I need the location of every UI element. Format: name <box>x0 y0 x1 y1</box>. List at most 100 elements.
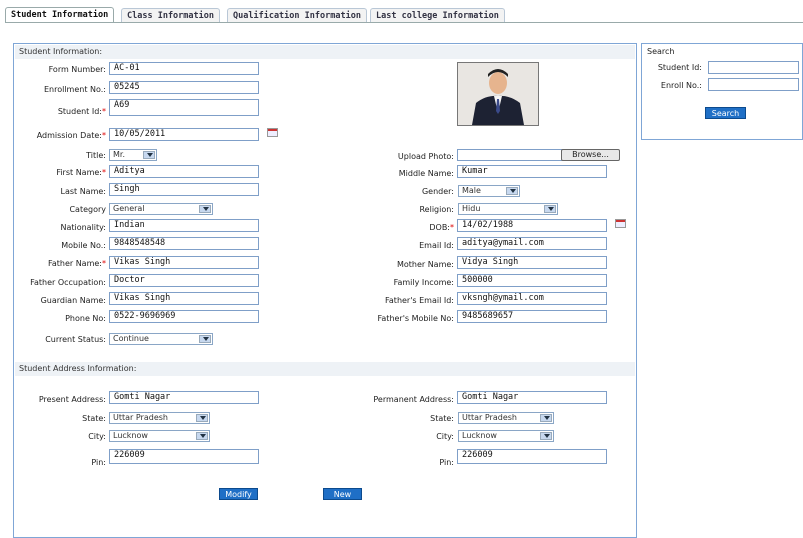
search-student-id-input[interactable] <box>708 61 799 74</box>
label-gender: Gender: <box>421 187 454 196</box>
search-panel: Search Student Id: Enroll No.: Search <box>641 43 803 140</box>
label-current-status: Current Status: <box>45 335 106 344</box>
present-city-select[interactable]: Lucknow <box>109 430 210 442</box>
label-first-name-text: First Name: <box>56 168 102 177</box>
label-student-id-text: Student Id: <box>57 107 102 116</box>
enrollment-no-input[interactable]: 05245 <box>109 81 259 94</box>
email-id-input[interactable]: aditya@ymail.com <box>457 237 607 250</box>
tab-divider <box>5 22 803 23</box>
required-marker: * <box>102 131 106 140</box>
required-marker: * <box>102 168 106 177</box>
label-mobile-no: Mobile No.: <box>61 241 106 250</box>
label-father-name-text: Father Name: <box>47 259 102 268</box>
father-mobile-no-input[interactable]: 9485689657 <box>457 310 607 323</box>
chevron-down-icon <box>196 414 208 422</box>
nationality-input[interactable]: Indian <box>109 219 259 232</box>
current-status-select-value: Continue <box>113 334 149 343</box>
label-first-name: First Name:* <box>14 167 106 178</box>
father-name-input[interactable]: Vikas Singh <box>109 256 259 269</box>
label-permanent-state: State: <box>430 414 454 423</box>
chevron-down-icon <box>199 205 211 213</box>
student-photo <box>457 62 539 126</box>
label-permanent-address: Permanent Address: <box>373 395 454 404</box>
label-present-state: State: <box>82 414 106 423</box>
label-phone-no: Phone No: <box>65 314 106 323</box>
label-search-student-id: Student Id: <box>657 63 702 72</box>
label-father-occupation: Father Occupation: <box>30 278 106 287</box>
label-guardian-name: Guardian Name: <box>40 296 106 305</box>
label-upload-photo: Upload Photo: <box>397 152 454 161</box>
mother-name-input[interactable]: Vidya Singh <box>457 256 607 269</box>
religion-select-value: Hidu <box>462 204 481 213</box>
chevron-down-icon <box>196 432 208 440</box>
permanent-address-input[interactable]: Gomti Nagar <box>457 391 607 404</box>
phone-no-input[interactable]: 0522-9696969 <box>109 310 259 323</box>
chevron-down-icon <box>540 432 552 440</box>
last-name-input[interactable]: Singh <box>109 183 259 196</box>
label-father-name: Father Name:* <box>14 258 106 269</box>
label-form-number: Form Number: <box>48 65 106 74</box>
label-present-address: Present Address: <box>38 395 106 404</box>
permanent-city-select[interactable]: Lucknow <box>458 430 554 442</box>
present-state-select[interactable]: Uttar Pradesh <box>109 412 210 424</box>
label-mother-name: Mother Name: <box>396 260 454 269</box>
label-student-id: Student Id:* <box>14 106 106 117</box>
search-button[interactable]: Search <box>705 107 746 119</box>
category-select[interactable]: General <box>109 203 213 215</box>
label-middle-name: Middle Name: <box>398 169 454 178</box>
chevron-down-icon <box>143 151 155 159</box>
search-enroll-no-input[interactable] <box>708 78 799 91</box>
label-permanent-city: City: <box>436 432 454 441</box>
tab-class-information[interactable]: Class Information <box>121 8 220 22</box>
family-income-input[interactable]: 500000 <box>457 274 607 287</box>
present-pin-input[interactable]: 226009 <box>109 449 259 464</box>
calendar-icon[interactable] <box>267 128 278 137</box>
label-nationality: Nationality: <box>60 223 106 232</box>
title-select-value: Mr. <box>113 150 125 159</box>
label-family-income: Family Income: <box>393 278 454 287</box>
form-number-input[interactable]: AC-01 <box>109 62 259 75</box>
admission-date-input[interactable]: 10/05/2011 <box>109 128 259 141</box>
label-present-city: City: <box>88 432 106 441</box>
title-select[interactable]: Mr. <box>109 149 157 161</box>
student-id-input[interactable]: A69 <box>109 99 259 116</box>
chevron-down-icon <box>540 414 552 422</box>
label-title: Title: <box>86 151 106 160</box>
permanent-state-select[interactable]: Uttar Pradesh <box>458 412 554 424</box>
father-occupation-input[interactable]: Doctor <box>109 274 259 287</box>
modify-button[interactable]: Modify <box>219 488 258 500</box>
browse-button[interactable]: Browse... <box>561 149 620 161</box>
present-address-input[interactable]: Gomti Nagar <box>109 391 259 404</box>
chevron-down-icon <box>544 205 556 213</box>
label-dob-text: DOB: <box>429 223 450 232</box>
dob-input[interactable]: 14/02/1988 <box>457 219 607 232</box>
present-city-select-value: Lucknow <box>113 431 148 440</box>
label-permanent-pin: Pin: <box>439 458 454 467</box>
middle-name-input[interactable]: Kumar <box>457 165 607 178</box>
guardian-name-input[interactable]: Vikas Singh <box>109 292 259 305</box>
chevron-down-icon <box>199 335 211 343</box>
new-button[interactable]: New <box>323 488 362 500</box>
search-panel-title: Search <box>647 47 675 56</box>
first-name-input[interactable]: Aditya <box>109 165 259 178</box>
calendar-icon[interactable] <box>615 219 626 228</box>
label-category: Category <box>69 205 106 214</box>
tab-qualification-information[interactable]: Qualification Information <box>227 8 367 22</box>
student-photo-image <box>458 63 538 125</box>
permanent-pin-input[interactable]: 226009 <box>457 449 607 464</box>
label-search-enroll-no: Enroll No.: <box>660 81 702 90</box>
mobile-no-input[interactable]: 9848548548 <box>109 237 259 250</box>
label-enrollment-no: Enrollment No.: <box>43 85 106 94</box>
required-marker: * <box>102 107 106 116</box>
gender-select-value: Male <box>462 186 481 195</box>
religion-select[interactable]: Hidu <box>458 203 558 215</box>
label-father-email-id: Father's Email Id: <box>385 296 454 305</box>
upload-photo-input[interactable] <box>457 149 565 161</box>
tab-student-information[interactable]: Student Information <box>5 7 115 23</box>
gender-select[interactable]: Male <box>458 185 520 197</box>
tab-last-college-information[interactable]: Last college Information <box>370 8 505 22</box>
label-last-name: Last Name: <box>60 187 106 196</box>
address-panel-title: Student Address Information: <box>15 362 635 376</box>
current-status-select[interactable]: Continue <box>109 333 213 345</box>
father-email-id-input[interactable]: vksngh@ymail.com <box>457 292 607 305</box>
